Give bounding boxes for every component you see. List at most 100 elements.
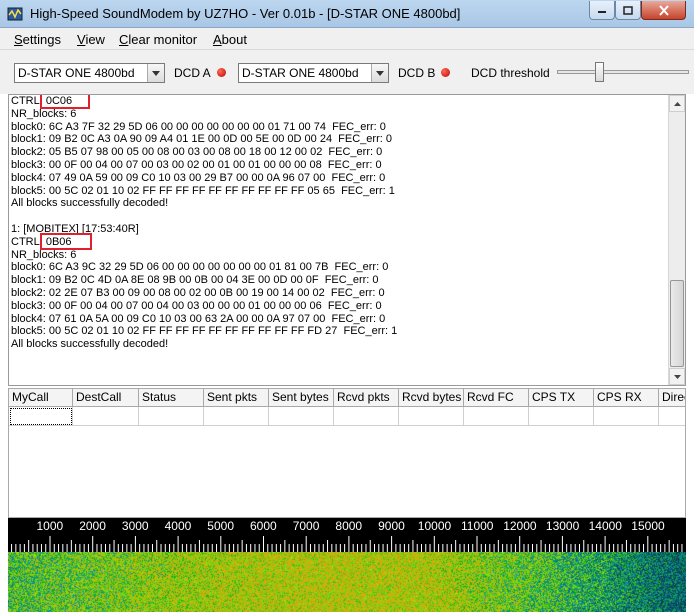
- table-cell[interactable]: [139, 407, 204, 426]
- window-title: High-Speed SoundModem by UZ7HO - Ver 0.0…: [30, 6, 461, 21]
- scale-label: 14000: [588, 519, 622, 533]
- table-row[interactable]: [9, 407, 685, 426]
- scale-label: 5000: [207, 519, 234, 533]
- menu-settings-accel: S: [14, 32, 23, 47]
- dcd-threshold-label: DCD threshold: [471, 66, 550, 80]
- vertical-scrollbar[interactable]: [668, 95, 685, 385]
- table-cell[interactable]: [399, 407, 464, 426]
- connections-table[interactable]: MyCall DestCall Status Sent pkts Sent bytes R…: [8, 388, 686, 518]
- minimize-icon: [598, 11, 606, 13]
- table-cell[interactable]: [594, 407, 659, 426]
- scale-label: 10000: [417, 519, 452, 533]
- monitor-line: All blocks successfully decoded!: [11, 197, 169, 210]
- menu-view[interactable]: View: [77, 32, 105, 47]
- chevron-down-icon[interactable]: [371, 64, 388, 82]
- monitor-log: CTRL: 0C06 NR_blocks: 6 block0: 6C A3 7F 3…: [11, 95, 667, 351]
- table-header: MyCall DestCall Status Sent pkts Sent bytes R…: [9, 389, 685, 407]
- table-cell[interactable]: [464, 407, 529, 426]
- dcd-threshold-slider[interactable]: [557, 60, 689, 86]
- toolbar: D-STAR ONE 4800bd DCD A D-STAR ONE 4800b…: [0, 50, 694, 94]
- scale-label: 2000: [79, 519, 106, 533]
- scale-label: 9000: [378, 519, 405, 533]
- monitor-line: block0: 6C A3 7F 32 29 5D 06 00 00 00 00…: [11, 120, 386, 133]
- scale-label: 4000: [164, 519, 192, 533]
- title-bar[interactable]: High-Speed SoundModem by UZ7HO - Ver 0.0…: [0, 0, 694, 28]
- highlight-box-ctrl-2: [40, 233, 92, 250]
- menu-settings[interactable]: Settings: [14, 32, 61, 47]
- monitor-line: block4: 07 61 0A 5A 00 09 C0 10 03 00 63…: [11, 312, 386, 325]
- scale-label: 7000: [292, 519, 320, 533]
- table-cell[interactable]: [334, 407, 399, 426]
- monitor-line: CTRL: 0C06: [11, 95, 73, 107]
- column-header[interactable]: DestCall: [73, 389, 139, 407]
- monitor-line: block4: 07 49 0A 59 00 09 C0 10 03 00 29…: [11, 171, 386, 184]
- table-cell[interactable]: [529, 407, 594, 426]
- menu-clear-monitor-accel: C: [119, 32, 129, 47]
- table-cell[interactable]: [659, 407, 685, 426]
- dcd-b-label: DCD B: [398, 66, 436, 80]
- column-header[interactable]: Sent bytes: [269, 389, 334, 407]
- monitor-line: block3: 00 0F 00 04 00 07 00 03 00 02 00…: [11, 158, 382, 171]
- dcd-a-led-icon: [217, 68, 226, 77]
- column-header[interactable]: MyCall: [9, 389, 73, 407]
- monitor-line: block2: 05 B5 07 98 00 05 00 08 00 03 00…: [11, 146, 383, 159]
- maximize-button[interactable]: [615, 1, 641, 20]
- monitor-line: block5: 00 5C 02 01 10 02 FF FF FF FF FF…: [11, 325, 398, 338]
- scale-label: 12000: [503, 519, 537, 533]
- column-header[interactable]: Sent pkts: [204, 389, 269, 407]
- monitor-line: block5: 00 5C 02 01 10 02 FF FF FF FF FF…: [11, 184, 395, 197]
- scale-label: 6000: [250, 519, 277, 533]
- column-header[interactable]: CPS RX: [594, 389, 659, 407]
- monitor-line: [11, 210, 667, 223]
- modem-b-value: D-STAR ONE 4800bd: [242, 66, 359, 80]
- chevron-up-icon: [673, 101, 681, 106]
- column-header[interactable]: Status: [139, 389, 204, 407]
- table-cell[interactable]: [73, 407, 139, 426]
- monitor-line: block1: 09 B2 0C A3 0A 90 09 A4 01 1E 00…: [11, 133, 392, 146]
- monitor-line: 1: [MOBITEX] [17:53:40R]: [11, 222, 139, 235]
- menu-about-label: bout: [221, 32, 247, 47]
- menu-about[interactable]: About: [213, 32, 247, 47]
- table-cell[interactable]: [9, 407, 73, 426]
- column-header[interactable]: CPS TX: [529, 389, 594, 407]
- highlight-box-ctrl-1: [40, 95, 90, 109]
- waterfall-display[interactable]: [8, 552, 686, 612]
- table-cell[interactable]: [204, 407, 269, 426]
- slider-track: [557, 70, 689, 74]
- column-header[interactable]: Rcvd pkts: [334, 389, 399, 407]
- dcd-a-label: DCD A: [174, 66, 211, 80]
- scale-label: 1000: [36, 519, 64, 533]
- close-button[interactable]: [641, 1, 686, 20]
- column-header[interactable]: Rcvd bytes: [399, 389, 464, 407]
- scale-label: 13000: [545, 519, 580, 533]
- menu-clear-monitor-label: lear monitor: [128, 32, 198, 47]
- minimize-button[interactable]: [589, 1, 615, 20]
- chevron-down-icon[interactable]: [147, 64, 164, 82]
- chevron-down-icon: [673, 374, 681, 379]
- modem-a-select[interactable]: D-STAR ONE 4800bd: [14, 63, 165, 83]
- monitor-text-area[interactable]: CTRL: 0C06 NR_blocks: 6 block0: 6C A3 7F 3…: [8, 94, 686, 386]
- frequency-scale: 1000 2000 3000 4000 5000 6000 7000 8000 9000 1000…: [8, 518, 686, 552]
- scroll-up-button[interactable]: [669, 95, 685, 112]
- monitor-line: block2: 02 2E 07 B3 00 09 00 08 00 02 00…: [11, 286, 385, 299]
- scale-label: 11000: [461, 519, 494, 533]
- menu-settings-label: ettings: [22, 32, 61, 47]
- menu-clear-monitor[interactable]: Clear monitor: [119, 32, 197, 47]
- monitor-line: NR_blocks: 6: [11, 107, 77, 120]
- app-icon: [7, 7, 23, 21]
- maximize-icon: [623, 5, 633, 15]
- scale-label: 15000: [631, 519, 665, 533]
- column-header[interactable]: Rcvd FC: [464, 389, 529, 407]
- menu-about-accel: A: [213, 32, 222, 47]
- modem-a-value: D-STAR ONE 4800bd: [18, 66, 135, 80]
- dcd-b-led-icon: [441, 68, 450, 77]
- monitor-line: All blocks successfully decoded!: [11, 338, 169, 351]
- slider-thumb[interactable]: [595, 62, 604, 82]
- table-cell[interactable]: [269, 407, 334, 426]
- scroll-down-button[interactable]: [669, 368, 685, 385]
- modem-b-select[interactable]: D-STAR ONE 4800bd: [238, 63, 389, 83]
- monitor-line: block3: 00 0F 00 04 00 07 00 04 00 03 00…: [11, 299, 382, 312]
- column-header[interactable]: Direct: [659, 389, 685, 407]
- scroll-thumb[interactable]: [670, 280, 684, 367]
- monitor-line: block0: 6C A3 9C 32 29 5D 06 00 00 00 00…: [11, 261, 389, 274]
